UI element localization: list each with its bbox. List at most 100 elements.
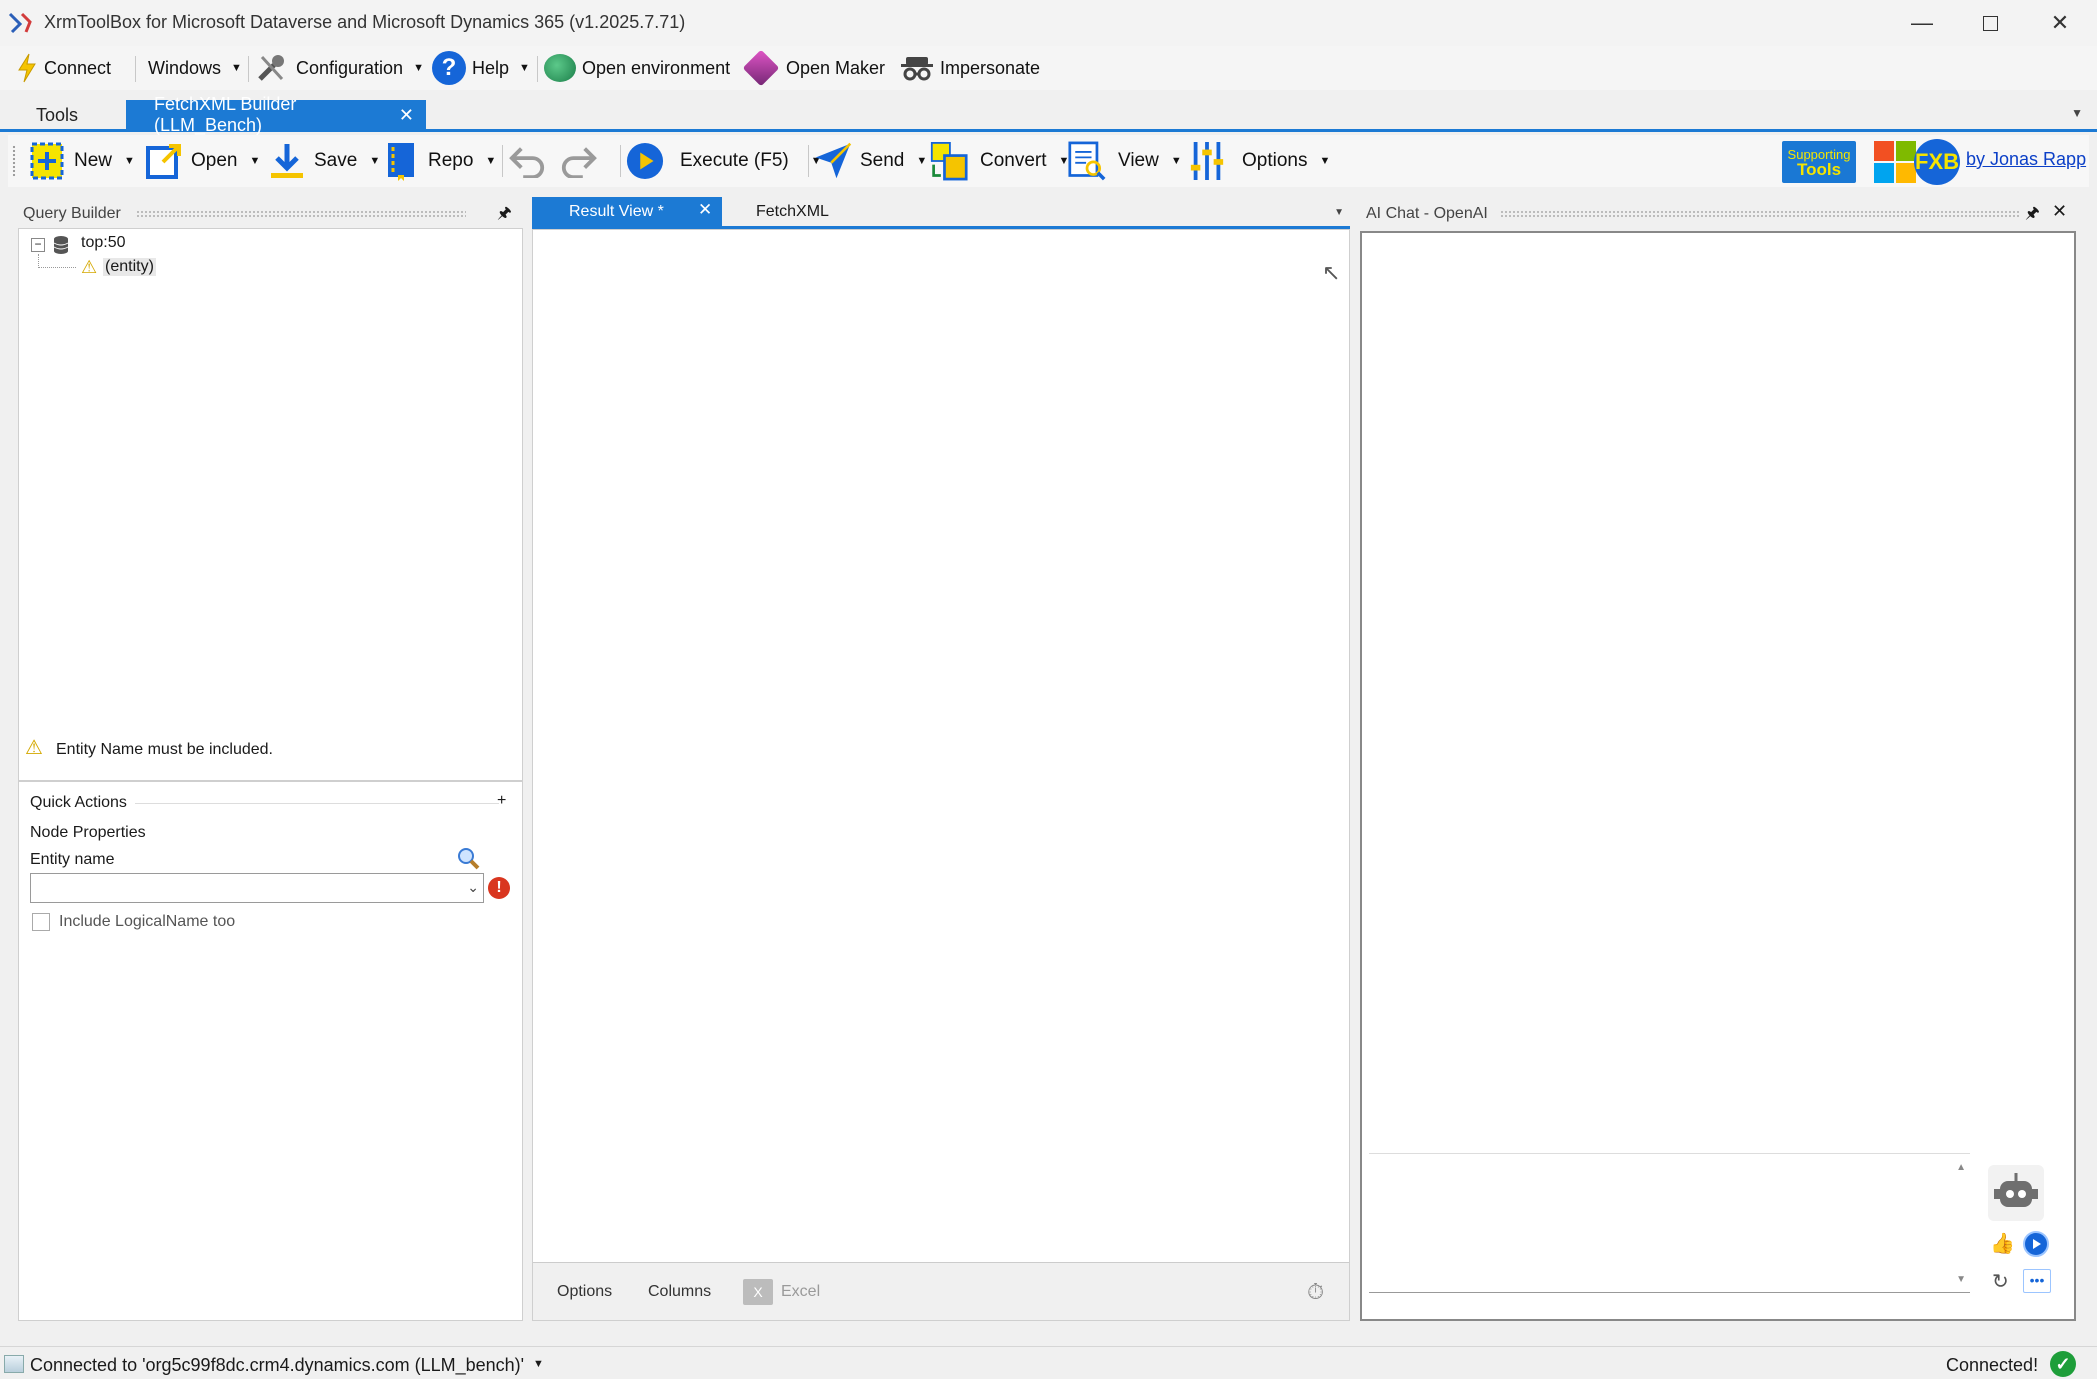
new-label: New [74,150,113,171]
repo-label: Repo [428,150,474,171]
entity-name-combobox[interactable]: ⌄ [30,873,484,903]
toolbar-grip [12,145,16,177]
close-panel-icon[interactable]: ✕ [2052,201,2067,222]
new-button[interactable]: New ▼ [28,139,135,183]
tab-fetchxml-builder-label: FetchXML Builder (LLM_Bench) [154,94,297,135]
include-logicalname-checkbox[interactable] [32,913,50,931]
power-apps-icon [742,49,780,87]
open-button[interactable]: Open ▼ [145,139,260,183]
window-title: XrmToolBox for Microsoft Dataverse and M… [44,12,686,32]
ai-chat-input[interactable]: ▲ ▼ [1369,1153,1970,1293]
fxb-logo-icon[interactable]: FXB [1914,139,1960,185]
undo-button[interactable] [508,139,546,183]
tab-result-view[interactable]: Result View * ✕ [532,197,722,226]
help-menu[interactable]: ? Help ▼ [432,51,530,85]
send-label: Send [860,150,905,171]
save-button[interactable]: Save ▼ [268,139,380,183]
dropdown-caret-icon[interactable]: ▼ [533,1358,544,1370]
close-icon: ✕ [2050,10,2070,35]
connect-menu[interactable]: Connect [16,52,111,84]
send-to-ai-button[interactable] [1988,1165,2044,1221]
repo-button[interactable]: Repo ▼ [382,139,496,183]
microsoft-logo-icon[interactable] [1874,141,1916,183]
reset-icon[interactable]: ↻ [1992,1269,2009,1294]
close-tab-icon[interactable]: ✕ [399,105,414,126]
query-tree: − top:50 ⚠ (entity) ⚠ Entity Name must b… [18,228,523,781]
pin-icon[interactable]: 🖈 [2025,202,2040,229]
connection-status[interactable]: Connected to 'org5c99f8dc.crm4.dynamics.… [30,1355,524,1376]
ai-chat-title: AI Chat - OpenAI [1366,205,1488,222]
tab-fetchxml-label: FetchXML [756,203,829,220]
minimize-icon: — [1911,10,1933,35]
panel-grip [136,210,466,218]
send-button[interactable]: Send ▼ [814,139,927,183]
dataverse-icon [544,54,576,82]
author-link[interactable]: by Jonas Rapp [1966,149,2086,170]
windows-menu[interactable]: Windows ▼ [148,52,242,84]
mouse-cursor-icon: ↖ [1322,260,1341,285]
warning-icon: ⚠ [81,257,98,277]
send-paper-plane-icon [814,142,852,180]
search-icon[interactable] [456,846,480,870]
view-document-icon [1068,141,1106,181]
connection-icon [4,1355,24,1373]
close-window-button[interactable]: ✕ [2026,0,2094,46]
configuration-menu[interactable]: Configuration ▼ [256,52,424,84]
quick-actions-header[interactable]: Quick Actions [30,794,127,812]
collapse-icon[interactable]: − [31,238,45,252]
columns-link[interactable]: Columns [648,1283,711,1301]
entity-name-label: Entity name [30,851,115,868]
convert-label: Convert [980,150,1047,171]
open-environment-menu[interactable]: Open environment [544,52,730,84]
lightning-icon [18,53,36,83]
tab-fetchxml-builder[interactable]: FetchXML Builder (LLM_Bench) ✕ [126,94,426,135]
tab-list-dropdown-icon[interactable]: ▼ [2071,106,2083,120]
minimize-button[interactable]: — [1888,0,1956,46]
connect-label: Connect [44,57,112,78]
result-view-area[interactable]: ↖ Options Columns X Excel ⏱ [532,229,1350,1321]
chevron-down-icon[interactable]: ⌄ [467,879,479,896]
save-label: Save [314,150,358,171]
tools-label: Tools [1796,160,1842,179]
scroll-up-icon[interactable]: ▲ [1956,1162,1966,1173]
tab-tools[interactable]: Tools [24,100,90,130]
redo-button[interactable] [560,139,598,183]
stopwatch-icon: ⏱ [1307,1279,1325,1304]
impersonate-menu[interactable]: Impersonate [900,52,1040,84]
excel-button[interactable]: Excel [781,1283,820,1301]
view-button[interactable]: View ▼ [1068,139,1182,183]
maximize-button[interactable] [1956,0,2024,46]
pin-icon[interactable]: 🖈 [497,202,512,229]
options-link[interactable]: Options [557,1283,612,1301]
fetchxml-toolbar: New ▼ Open ▼ Save ▼ Repo ▼ Execute (F5) ▼ Sen… [8,135,2089,187]
tree-line [38,254,39,268]
tree-line [38,267,76,268]
dropdown-caret-icon: ▼ [519,62,530,74]
expand-plus-icon[interactable]: + [497,792,506,810]
scroll-down-icon[interactable]: ▼ [1956,1274,1966,1285]
thumbs-up-icon[interactable]: 👍 [1990,1231,2015,1256]
separator [502,145,503,177]
document-tabs: Tools FetchXML Builder (LLM_Bench) ✕ ▼ [0,94,2097,135]
supporting-tools-button[interactable]: Supporting Tools [1782,141,1856,183]
help-icon: ? [432,51,466,85]
execute-button[interactable]: Execute (F5) ▼ [626,139,822,183]
play-circle-icon[interactable] [2023,1231,2049,1257]
close-tab-icon[interactable]: ✕ [698,200,712,220]
save-download-icon [268,142,306,180]
tree-node-entity[interactable]: (entity) [103,258,156,276]
open-label: Open [191,150,238,171]
more-icon[interactable]: ••• [2023,1269,2051,1293]
tab-result-view-label: Result View * [569,203,664,220]
open-maker-menu[interactable]: Open Maker [742,49,885,87]
query-builder-title: Query Builder [23,205,121,222]
tab-fetchxml[interactable]: FetchXML [732,197,892,226]
convert-button[interactable]: Convert ▼ [930,139,1069,183]
tree-node-top[interactable]: top:50 [81,234,125,252]
fxb-logo-text: FXB [1915,149,1959,174]
check-icon: ✓ [2050,1351,2076,1377]
options-button[interactable]: Options ▼ [1188,139,1330,183]
dropdown-caret-icon: ▼ [1170,155,1182,167]
tab-list-dropdown-icon[interactable]: ▼ [1334,207,1344,218]
open-document-icon [145,142,183,180]
